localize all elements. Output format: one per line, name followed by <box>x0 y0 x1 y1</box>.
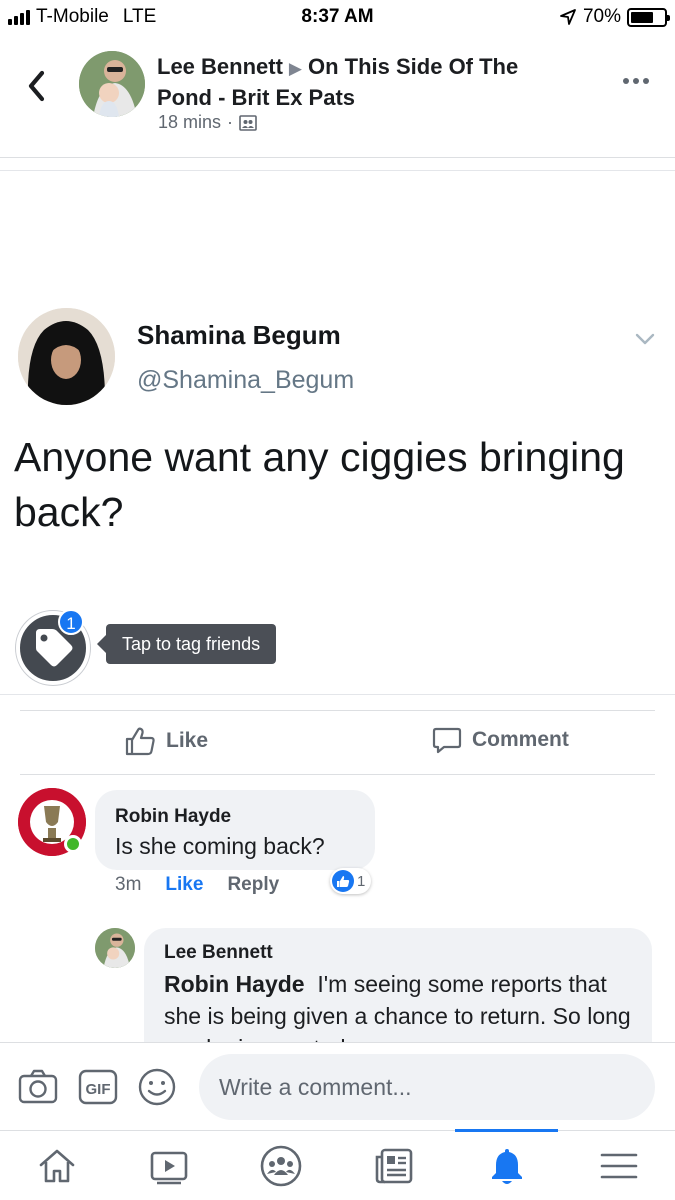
tag-tooltip: Tap to tag friends <box>96 624 277 664</box>
divider <box>0 694 675 695</box>
post-title: Lee Bennett ▶ On This Side Of The Pond - B… <box>157 52 577 112</box>
reaction-count-label: 1 <box>357 872 366 890</box>
comment-input[interactable] <box>199 1054 655 1120</box>
comment-bubble[interactable]: Robin Hayde Is she coming back? <box>95 790 375 870</box>
svg-text:GIF: GIF <box>86 1081 111 1098</box>
shared-to-arrow-icon: ▶ <box>288 59 302 78</box>
tweet-avatar <box>18 308 115 405</box>
post-meta: 18 mins · <box>158 112 257 133</box>
home-icon[interactable] <box>34 1143 80 1189</box>
comment-reply-button[interactable]: Reply <box>227 874 279 896</box>
tweet-text: Anyone want any ciggies bringing back? <box>14 434 625 535</box>
tweet-image[interactable]: Shamina Begum @Shamina_Begum Anyone want… <box>0 172 675 692</box>
more-options-icon[interactable] <box>623 78 649 84</box>
tweet-display-name: Shamina Begum <box>137 320 341 350</box>
comment-time: 3m <box>115 874 142 895</box>
reply-author-avatar[interactable] <box>95 928 135 968</box>
camera-icon[interactable] <box>18 1067 58 1107</box>
tweet-handle: @Shamina_Begum <box>137 366 355 394</box>
reply-bubble[interactable]: Lee Bennett Robin Hayde I'm seeing some … <box>144 928 652 1042</box>
post-time[interactable]: 18 mins <box>158 112 221 133</box>
reaction-count[interactable]: 1 <box>330 868 372 894</box>
comment-button[interactable]: Comment <box>432 726 569 754</box>
chevron-down-icon <box>635 333 655 345</box>
back-arrow-icon[interactable] <box>22 68 52 104</box>
comment-author[interactable]: Robin Hayde <box>115 806 231 828</box>
bottom-nav <box>0 1129 675 1200</box>
post-header: Lee Bennett ▶ On This Side Of The Pond - B… <box>0 42 675 158</box>
tag-count-badge: 1 <box>58 609 84 635</box>
status-right: 70% <box>559 6 670 28</box>
location-arrow-icon <box>560 9 576 25</box>
comment-meta: 3m Like Reply <box>115 874 279 896</box>
comment-like-button[interactable]: Like <box>165 874 203 896</box>
thumbs-up-icon <box>125 727 155 756</box>
active-tab-indicator <box>455 1129 558 1132</box>
author-avatar[interactable] <box>79 51 145 117</box>
like-reaction-icon <box>332 870 354 892</box>
reply-text: Robin Hayde I'm seeing some reports that… <box>164 968 634 1042</box>
comment-label: Comment <box>472 728 569 751</box>
post-actions: Like Comment <box>20 712 655 775</box>
comment-text: Is she coming back? <box>115 833 325 859</box>
comments-list: Robin Hayde Is she coming back? 3m Like … <box>0 776 675 1042</box>
comment-bubble-icon <box>432 727 462 754</box>
battery-icon <box>627 7 670 27</box>
reply-author[interactable]: Lee Bennett <box>164 942 273 964</box>
group-audience-icon <box>239 114 257 131</box>
emoji-icon[interactable] <box>137 1067 177 1107</box>
divider <box>20 710 655 711</box>
battery-level <box>631 11 654 23</box>
video-icon[interactable] <box>146 1143 192 1189</box>
news-feed-icon[interactable] <box>371 1143 417 1189</box>
menu-icon[interactable] <box>596 1143 642 1189</box>
like-label: Like <box>166 729 209 752</box>
gif-icon[interactable]: GIF <box>78 1067 118 1107</box>
like-button[interactable]: Like <box>124 726 208 756</box>
reply-mention[interactable]: Robin Hayde <box>164 971 305 997</box>
groups-icon[interactable] <box>258 1143 304 1189</box>
notifications-icon[interactable] <box>484 1143 530 1189</box>
author-name[interactable]: Lee Bennett <box>157 54 283 79</box>
status-bar: T-Mobile LTE 8:37 AM 70% <box>0 0 675 34</box>
divider <box>0 170 675 171</box>
comment-composer: GIF <box>0 1042 675 1130</box>
meta-separator: · <box>227 112 234 132</box>
battery-percent: 70% <box>582 6 621 27</box>
online-status-dot <box>64 835 82 853</box>
